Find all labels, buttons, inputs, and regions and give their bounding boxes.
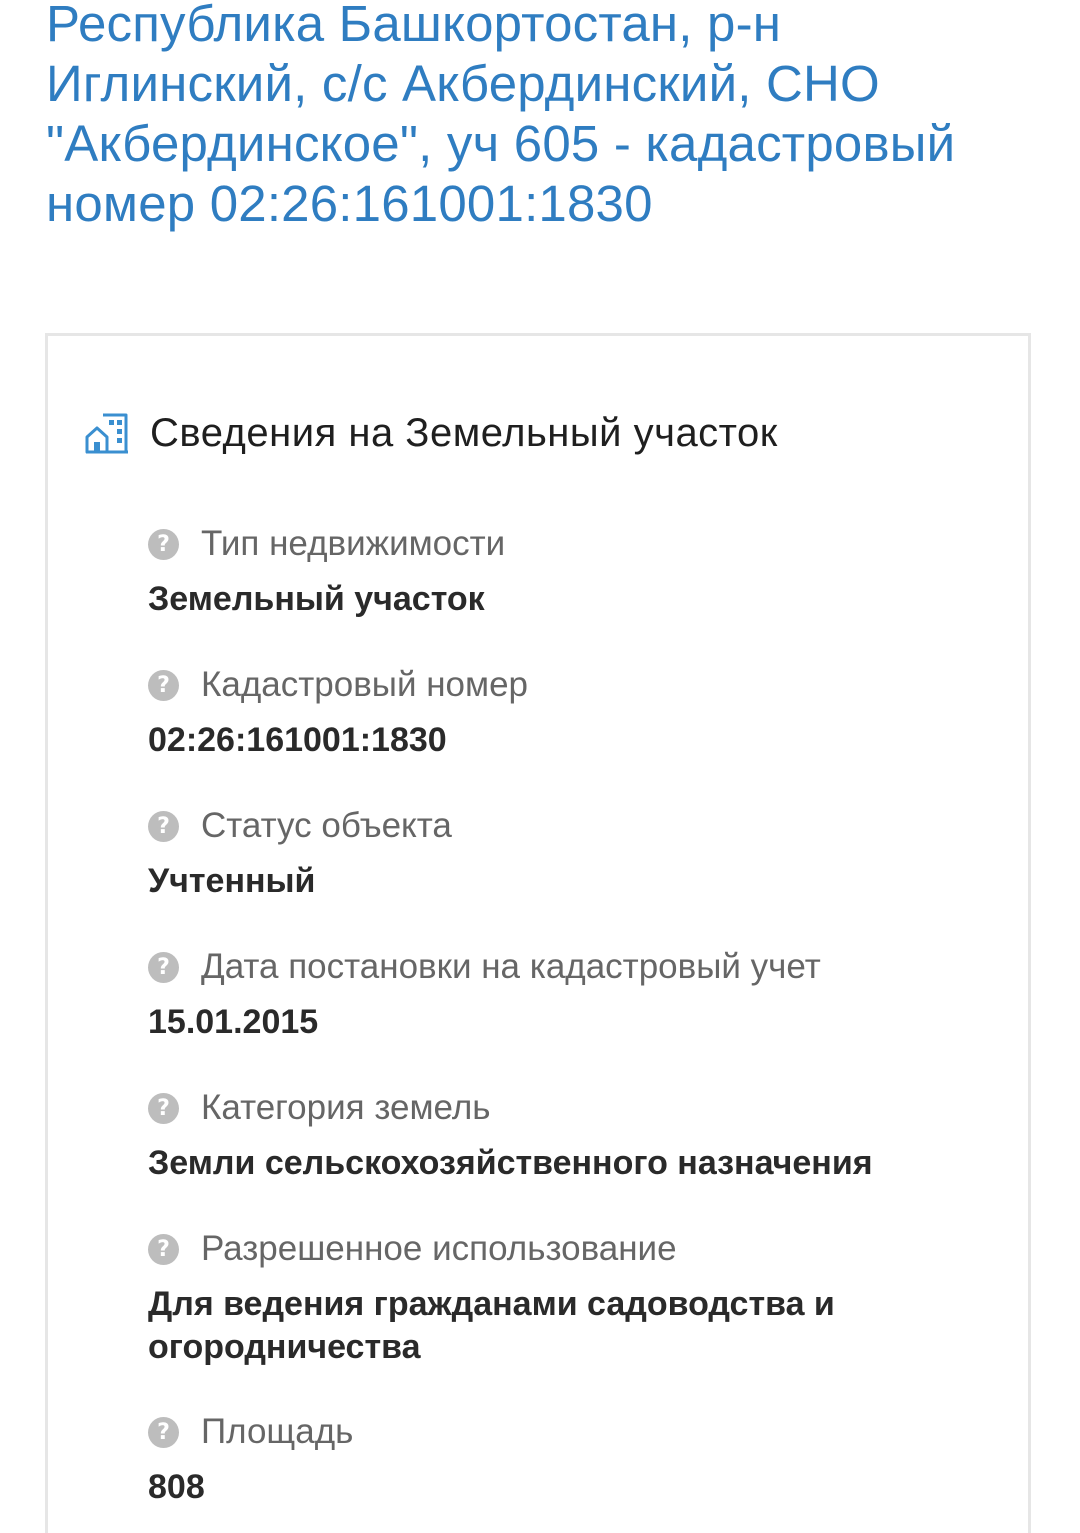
field-object-status: ? Статус объекта Учтенный (148, 804, 1008, 903)
field-value: 808 (148, 1468, 205, 1506)
field-property-type: ? Тип недвижимости Земельный участок (148, 522, 1008, 621)
help-icon[interactable]: ? (148, 1233, 179, 1265)
field-label: Статус объекта (201, 806, 452, 845)
field-label: Категория земель (201, 1088, 491, 1127)
page-title: Республика Башкортостан, р-н Иглинский, … (46, 0, 956, 232)
field-value: Земельный участок (148, 580, 485, 618)
field-land-category: ? Категория земель Земли сельскохозяйств… (148, 1086, 1008, 1185)
field-value: Для ведения гражданами садоводства и ого… (148, 1285, 835, 1366)
field-registration-date: ? Дата постановки на кадастровый учет 15… (148, 945, 1008, 1044)
field-value: 15.01.2015 (148, 1003, 319, 1041)
field-label: Площадь (201, 1412, 354, 1451)
help-icon[interactable]: ? (148, 1092, 179, 1124)
help-icon[interactable]: ? (148, 810, 179, 842)
help-icon[interactable]: ? (148, 669, 179, 701)
field-cadastral-number: ? Кадастровый номер 02:26:161001:1830 (148, 663, 1008, 762)
field-label: Кадастровый номер (201, 665, 529, 704)
field-area: ? Площадь 808 (148, 1410, 1008, 1509)
field-permitted-use: ? Разрешенное использование Для ведения … (148, 1227, 1008, 1369)
help-icon[interactable]: ? (148, 951, 179, 983)
card-title: Сведения на Земельный участок (150, 410, 778, 455)
building-icon (85, 413, 128, 454)
field-label: Разрешенное использование (201, 1229, 677, 1268)
field-value: Земли сельскохозяйственного назначения (148, 1144, 873, 1182)
field-label: Дата постановки на кадастровый учет (201, 947, 821, 986)
card-header: Сведения на Земельный участок (84, 408, 778, 458)
field-value: 02:26:161001:1830 (148, 721, 447, 759)
field-label: Тип недвижимости (201, 524, 506, 563)
land-plot-info-card: Сведения на Земельный участок ? Тип недв… (45, 333, 1031, 1533)
help-icon[interactable]: ? (148, 528, 179, 560)
help-icon[interactable]: ? (148, 1416, 179, 1448)
field-value: Учтенный (148, 862, 316, 900)
